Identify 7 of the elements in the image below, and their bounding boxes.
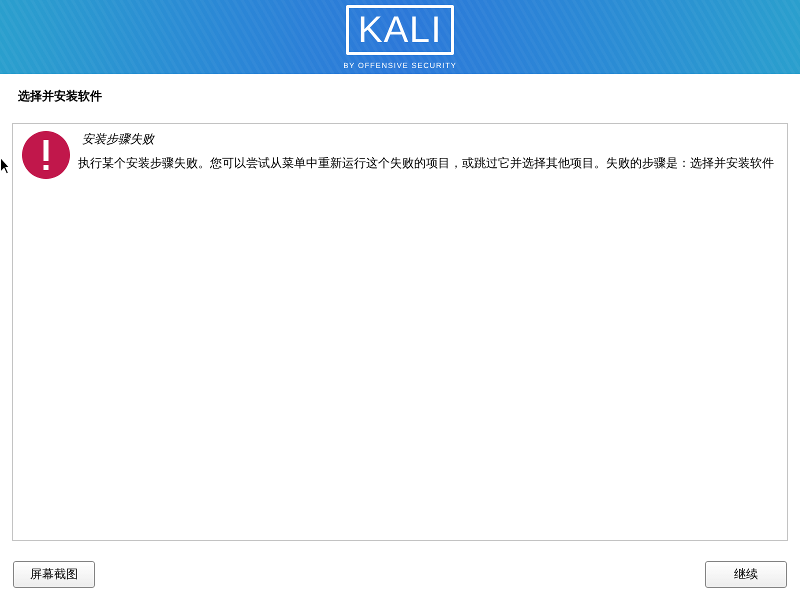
logo-wordmark: KALI <box>346 5 454 55</box>
page-title: 选择并安装软件 <box>18 89 102 103</box>
message-text: 执行某个安装步骤失败。您可以尝试从菜单中重新运行这个失败的项目，或跳过它并选择其他项目。失败的步骤是：选择并安装软件 <box>78 156 774 170</box>
message-title: 安装步骤失败 <box>82 132 154 146</box>
exclamation-icon <box>22 131 70 179</box>
action-button[interactable]: 继续 <box>705 561 787 588</box>
action-button[interactable]: 屏幕截图 <box>13 561 95 588</box>
